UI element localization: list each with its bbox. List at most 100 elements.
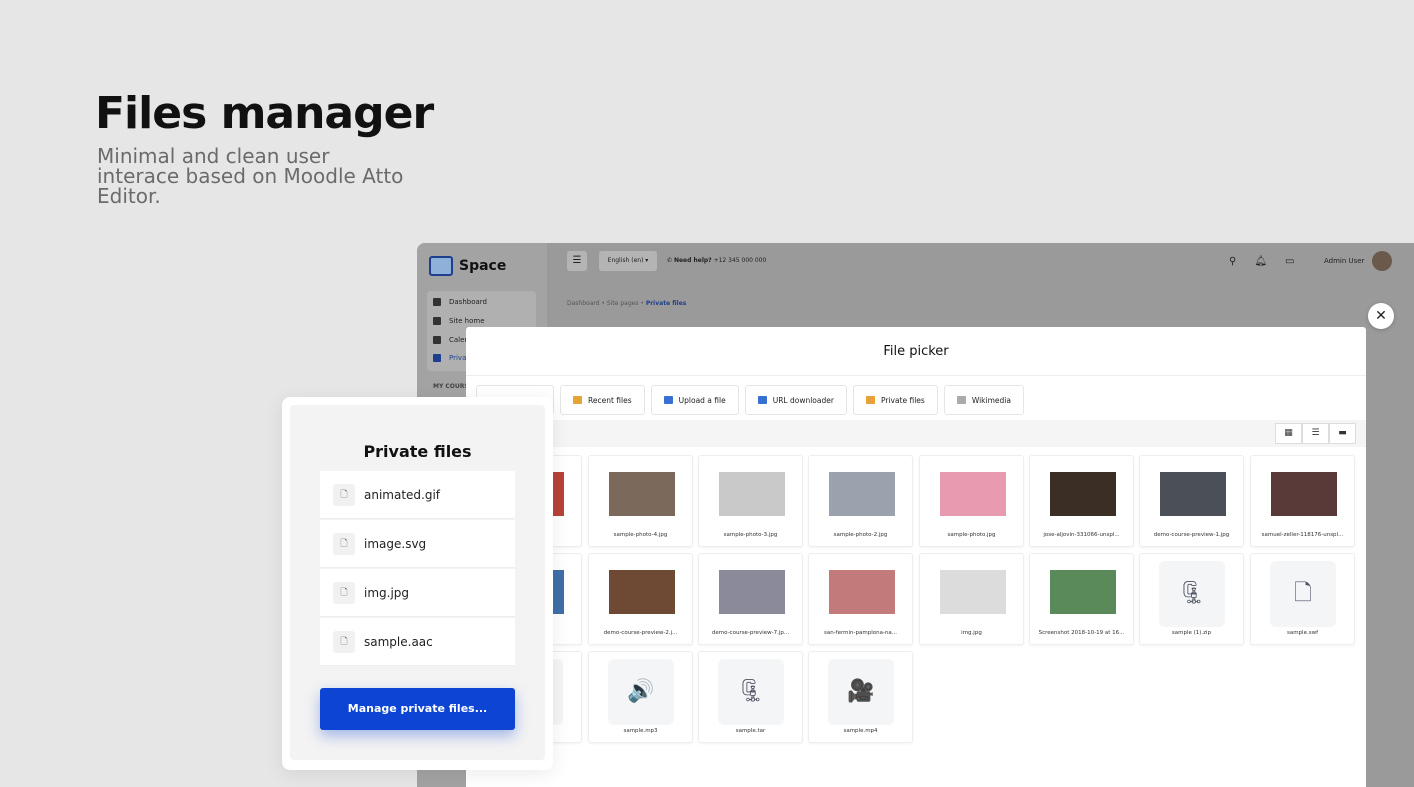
file-name: demo-course-preview-7.jp... <box>711 630 790 636</box>
file-thumbnail <box>719 472 785 516</box>
list-item[interactable]: 🗋 animated.gif <box>320 471 515 519</box>
tab-label: Wikimedia <box>971 395 1011 405</box>
file-thumbnail <box>940 472 1006 516</box>
breadcrumb-item-active: Private files <box>645 300 687 307</box>
file-name: sample-photo.jpg <box>947 532 996 538</box>
user-name[interactable]: Admin User <box>1324 257 1365 265</box>
tab-icon <box>573 396 582 404</box>
file-tile[interactable]: samuel-zeller-118176-unspl... <box>1250 455 1355 547</box>
tab-url-downloader[interactable]: URL downloader <box>744 385 847 415</box>
file-name: img.jpg <box>364 585 410 600</box>
file-tile[interactable]: sample-photo-4.jpg <box>588 455 693 547</box>
hero-title: Files manager <box>95 88 434 139</box>
file-icon: 🗋 <box>333 532 355 555</box>
file-tile[interactable]: jose-aljovin-331066-unspl... <box>1029 455 1134 547</box>
file-name: sample-photo-3.jpg <box>723 532 778 538</box>
file-thumbnail <box>609 570 675 614</box>
file-tile[interactable]: 🎥 sample.mp4 <box>808 651 913 743</box>
tab-upload-a-file[interactable]: Upload a file <box>650 385 739 415</box>
list-item[interactable]: 🗋 img.jpg <box>320 569 515 617</box>
chat-icon[interactable]: ▭ <box>1285 256 1294 267</box>
file-name: sample (1).zip <box>1171 630 1212 636</box>
file-tile[interactable]: 🔊 sample.mp3 <box>588 651 693 743</box>
file-tile[interactable]: sample-photo-3.jpg <box>698 455 803 547</box>
help-contact: ✆ Need help? +12 345 000 000 <box>667 257 767 264</box>
file-icon: 🗋 <box>333 630 355 653</box>
home-icon <box>433 317 441 325</box>
file-tile[interactable]: 🗜 sample (1).zip <box>1139 553 1244 645</box>
tab-label: Upload a file <box>678 395 726 405</box>
search-icon[interactable]: ⚲ <box>1229 256 1236 267</box>
file-name: demo-course-preview-1.jpg <box>1153 532 1230 538</box>
file-thumbnail <box>829 472 895 516</box>
tab-icon <box>757 396 767 404</box>
file-name: sample.aac <box>364 634 433 649</box>
file-thumbnail <box>719 570 785 614</box>
file-tile[interactable]: demo-course-preview-7.jp... <box>698 553 803 645</box>
file-tile[interactable]: img.jpg <box>919 553 1024 645</box>
language-select[interactable]: English (en) ▾ <box>599 251 657 271</box>
file-icon: 🗋 <box>333 581 355 604</box>
file-name: sample-photo-4.jpg <box>613 532 668 538</box>
list-item[interactable]: 🗋 sample.aac <box>320 618 515 666</box>
grid-icon[interactable]: ▦ <box>1275 423 1302 444</box>
file-type-icon: 🗜 <box>1159 561 1225 627</box>
view-toolbar: ▦ ☰ ▬ <box>466 420 1366 447</box>
file-tile[interactable]: sample-photo-2.jpg <box>808 455 913 547</box>
file-tile[interactable]: demo-course-preview-1.jpg <box>1139 455 1244 547</box>
close-button[interactable]: ✕ <box>1368 303 1394 329</box>
drive-icon <box>433 354 441 362</box>
dialog-title: File picker <box>883 344 949 359</box>
folder-icon[interactable]: ▬ <box>1329 423 1356 444</box>
menu-toggle-button[interactable]: ☰ <box>567 251 587 271</box>
tab-icon <box>956 396 966 404</box>
file-thumbnail <box>940 570 1006 614</box>
file-tile[interactable]: sample-photo.jpg <box>919 455 1024 547</box>
file-name: animated.gif <box>364 487 441 502</box>
breadcrumb: Dashboard • Site pages • Private files <box>567 300 687 307</box>
tab-icon <box>865 396 875 404</box>
file-name: sample.mp4 <box>843 728 878 734</box>
file-tile[interactable]: demo-course-preview-2.j... <box>588 553 693 645</box>
file-name: sample-photo-2.jpg <box>833 532 888 538</box>
sidebar-item-dashboard[interactable]: Dashboard <box>433 298 487 306</box>
file-thumbnail <box>609 472 675 516</box>
brand-logo-icon <box>429 256 453 276</box>
tab-icon <box>663 396 673 404</box>
sidebar-item-site-home[interactable]: Site home <box>433 317 485 325</box>
tab-label: Recent files <box>588 395 632 405</box>
card-title: Private files <box>363 442 472 461</box>
topbar-icons: ⚲ 🔔︎ ▭ <box>1229 256 1294 267</box>
file-type-icon: 🗜 <box>718 659 784 725</box>
file-type-icon: 🗋 <box>1270 561 1336 627</box>
brand[interactable]: Space <box>429 256 506 276</box>
tab-label: Private files <box>880 395 925 405</box>
tab-wikimedia[interactable]: Wikimedia <box>943 385 1024 415</box>
tab-recent-files[interactable]: Recent files <box>560 385 645 415</box>
breadcrumb-item[interactable]: Site pages <box>607 300 639 307</box>
list-item[interactable]: 🗋 image.svg <box>320 520 515 568</box>
help-label: Need help? <box>673 257 712 264</box>
file-thumbnail <box>1050 472 1116 516</box>
view-buttons: ▦ ☰ ▬ <box>1275 423 1356 444</box>
private-files-card: Private files 🗋 animated.gif 🗋 image.svg 🗋… <box>282 397 553 770</box>
divider <box>466 375 1366 376</box>
file-thumbnail <box>1271 472 1337 516</box>
sidebar-item-label: Site home <box>449 317 485 325</box>
bell-icon[interactable]: 🔔︎ <box>1254 256 1267 267</box>
avatar[interactable] <box>1372 251 1392 271</box>
file-icon: 🗋 <box>333 483 355 506</box>
file-name: img.jpg <box>961 630 982 636</box>
file-name: samuel-zeller-118176-unspl... <box>1261 532 1344 538</box>
manage-private-files-button[interactable]: Manage private files... <box>320 688 515 730</box>
tab-private-files[interactable]: Private files <box>852 385 938 415</box>
file-tile[interactable]: 🗜 sample.tar <box>698 651 803 743</box>
list-icon[interactable]: ☰ <box>1302 423 1329 444</box>
calendar-icon <box>433 336 441 344</box>
dashboard-icon <box>433 298 441 306</box>
file-tile[interactable]: 🗋 sample.swf <box>1250 553 1355 645</box>
hero-subtitle: Minimal and clean user interace based on… <box>97 144 404 208</box>
file-tile[interactable]: san-fermin-pamplona-na... <box>808 553 913 645</box>
breadcrumb-item[interactable]: Dashboard <box>567 300 600 307</box>
file-tile[interactable]: Screenshot 2018-10-19 at 16... <box>1029 553 1134 645</box>
